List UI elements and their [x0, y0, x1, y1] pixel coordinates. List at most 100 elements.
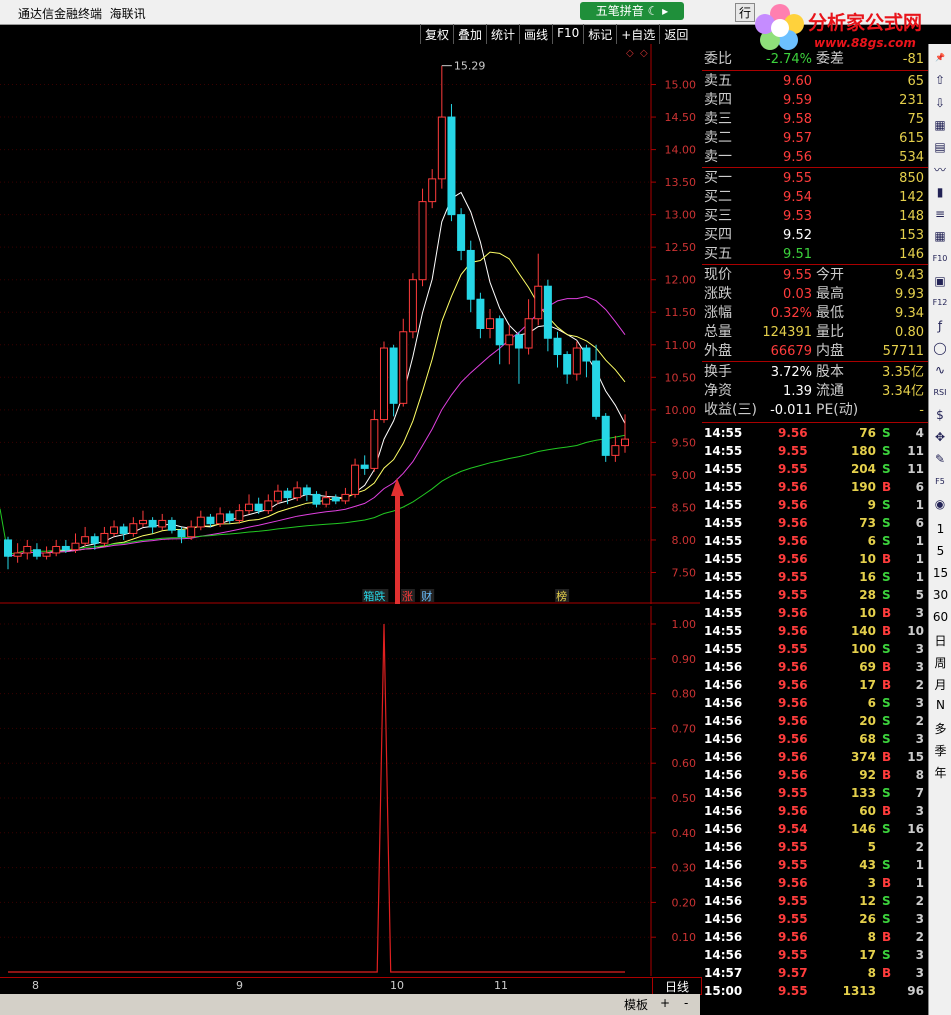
f12-icon[interactable]: F12: [932, 295, 948, 311]
candle[interactable]: [264, 500, 273, 512]
candle[interactable]: [196, 516, 205, 528]
rsi-icon[interactable]: RSI: [932, 385, 948, 401]
ask-row[interactable]: 卖二 9.57 615: [702, 129, 928, 148]
candle[interactable]: [543, 285, 552, 339]
candle[interactable]: [312, 493, 321, 505]
dollar-icon[interactable]: $: [932, 407, 948, 423]
period-1[interactable]: 5: [929, 544, 951, 558]
candle[interactable]: [225, 513, 234, 521]
candle[interactable]: [466, 249, 475, 300]
ask-row[interactable]: 卖五 9.60 65: [702, 72, 928, 91]
toolbar-f10-button[interactable]: F10: [552, 24, 583, 44]
candle[interactable]: [302, 487, 311, 495]
tick-row[interactable]: 14:56 9.56 68 S 3: [702, 730, 928, 748]
candle[interactable]: [90, 536, 99, 544]
candle[interactable]: [514, 334, 523, 349]
candle[interactable]: [582, 347, 591, 362]
tick-row[interactable]: 14:57 9.57 8 B 3: [702, 964, 928, 982]
candle[interactable]: [273, 490, 282, 502]
event-marker[interactable]: 财: [421, 589, 432, 603]
tick-row[interactable]: 14:56 9.56 69 B 3: [702, 658, 928, 676]
tick-row[interactable]: 14:56 9.56 3 B 1: [702, 874, 928, 892]
candle[interactable]: [437, 116, 446, 180]
period-5[interactable]: 日: [929, 632, 951, 649]
chart-expand-icon[interactable]: ◇: [640, 48, 648, 59]
toolbar-add-watchlist-button[interactable]: +自选: [616, 24, 659, 44]
bid-row[interactable]: 买二 9.54 142: [702, 188, 928, 207]
candle[interactable]: [13, 552, 22, 557]
candle[interactable]: [42, 552, 51, 557]
period-0[interactable]: 1: [929, 522, 951, 536]
candle[interactable]: [61, 545, 70, 551]
candle[interactable]: [486, 318, 495, 330]
candle[interactable]: [235, 510, 244, 521]
candle[interactable]: [476, 298, 485, 330]
tick-row[interactable]: 14:55 9.55 28 S 5: [702, 586, 928, 604]
pinyin-input-button[interactable]: 五笔拼音 ☾ ▸: [580, 2, 684, 20]
tick-row[interactable]: 14:56 9.56 20 S 2: [702, 712, 928, 730]
candle[interactable]: [524, 318, 533, 349]
tick-row[interactable]: 14:55 9.56 73 S 6: [702, 514, 928, 532]
chart-diamond-icon[interactable]: ◇: [626, 48, 634, 59]
news-icon[interactable]: ▣: [932, 273, 948, 289]
candle[interactable]: [447, 116, 456, 216]
candle[interactable]: [322, 497, 331, 505]
toolbar-mark-button[interactable]: 标记: [583, 24, 616, 44]
candle[interactable]: [110, 526, 119, 534]
candle[interactable]: [158, 519, 167, 528]
candle[interactable]: [389, 347, 398, 404]
tick-row[interactable]: 14:56 9.54 146 S 16: [702, 820, 928, 838]
quote-icon[interactable]: ▤: [932, 139, 948, 155]
tick-row[interactable]: 14:55 9.55 16 S 1: [702, 568, 928, 586]
tick-row[interactable]: 14:56 9.55 133 S 7: [702, 784, 928, 802]
candle[interactable]: [283, 490, 292, 499]
candle[interactable]: [457, 214, 466, 251]
candle[interactable]: [129, 523, 138, 534]
period-9[interactable]: 多: [929, 720, 951, 737]
toolbar-draw-button[interactable]: 画线: [519, 24, 552, 44]
candle[interactable]: [138, 519, 147, 525]
tick-row[interactable]: 14:56 9.55 12 S 2: [702, 892, 928, 910]
f10-icon[interactable]: F10: [932, 251, 948, 267]
candle[interactable]: [351, 464, 360, 495]
candle[interactable]: [379, 347, 388, 421]
candle[interactable]: [71, 542, 80, 551]
candle[interactable]: [572, 347, 581, 375]
period-11[interactable]: 年: [929, 764, 951, 781]
toolbar-back-button[interactable]: 返回: [659, 24, 692, 44]
candle[interactable]: [23, 545, 32, 554]
toolbar-adjust-button[interactable]: 复权: [420, 24, 453, 44]
candle[interactable]: [505, 334, 514, 346]
up-arrow-icon[interactable]: ⇧: [932, 72, 948, 88]
period-6[interactable]: 周: [929, 654, 951, 671]
chart-icon[interactable]: ∿: [932, 362, 948, 378]
toolbar-overlay-button[interactable]: 叠加: [453, 24, 486, 44]
tick-row[interactable]: 14:56 9.55 26 S 3: [702, 910, 928, 928]
period-label[interactable]: 日线: [652, 977, 702, 995]
tick-row[interactable]: 14:55 9.55 100 S 3: [702, 640, 928, 658]
pin-icon[interactable]: 📌: [932, 50, 948, 66]
candle[interactable]: [601, 415, 610, 456]
list-icon[interactable]: ≡: [932, 206, 948, 222]
pencil-icon[interactable]: ✎: [932, 451, 948, 467]
remove-window-button[interactable]: -: [684, 996, 688, 1010]
candle[interactable]: [293, 487, 302, 499]
tick-row[interactable]: 14:56 9.56 17 B 2: [702, 676, 928, 694]
toolbar-stats-button[interactable]: 统计: [486, 24, 519, 44]
period-2[interactable]: 15: [929, 566, 951, 580]
template-button[interactable]: 模板: [624, 996, 648, 1013]
candle[interactable]: [245, 503, 254, 512]
bid-row[interactable]: 买四 9.52 153: [702, 226, 928, 245]
tick-row[interactable]: 15:00 9.55 1313 96: [702, 982, 928, 1000]
tick-row[interactable]: 14:56 9.56 60 B 3: [702, 802, 928, 820]
ring-icon[interactable]: ◉: [932, 496, 948, 512]
tick-row[interactable]: 14:56 9.55 5 2: [702, 838, 928, 856]
candle[interactable]: [216, 513, 225, 525]
tick-row[interactable]: 14:56 9.55 17 S 3: [702, 946, 928, 964]
tick-row[interactable]: 14:55 9.55 204 S 11: [702, 460, 928, 478]
kline-chart[interactable]: 15.00 14.50 14.00 13.50 13.00 12.50 12.00 11.50…: [0, 44, 700, 604]
add-window-button[interactable]: +: [660, 996, 670, 1010]
ask-row[interactable]: 卖一 9.56 534: [702, 148, 928, 167]
tick-row[interactable]: 14:56 9.56 92 B 8: [702, 766, 928, 784]
period-3[interactable]: 30: [929, 588, 951, 602]
